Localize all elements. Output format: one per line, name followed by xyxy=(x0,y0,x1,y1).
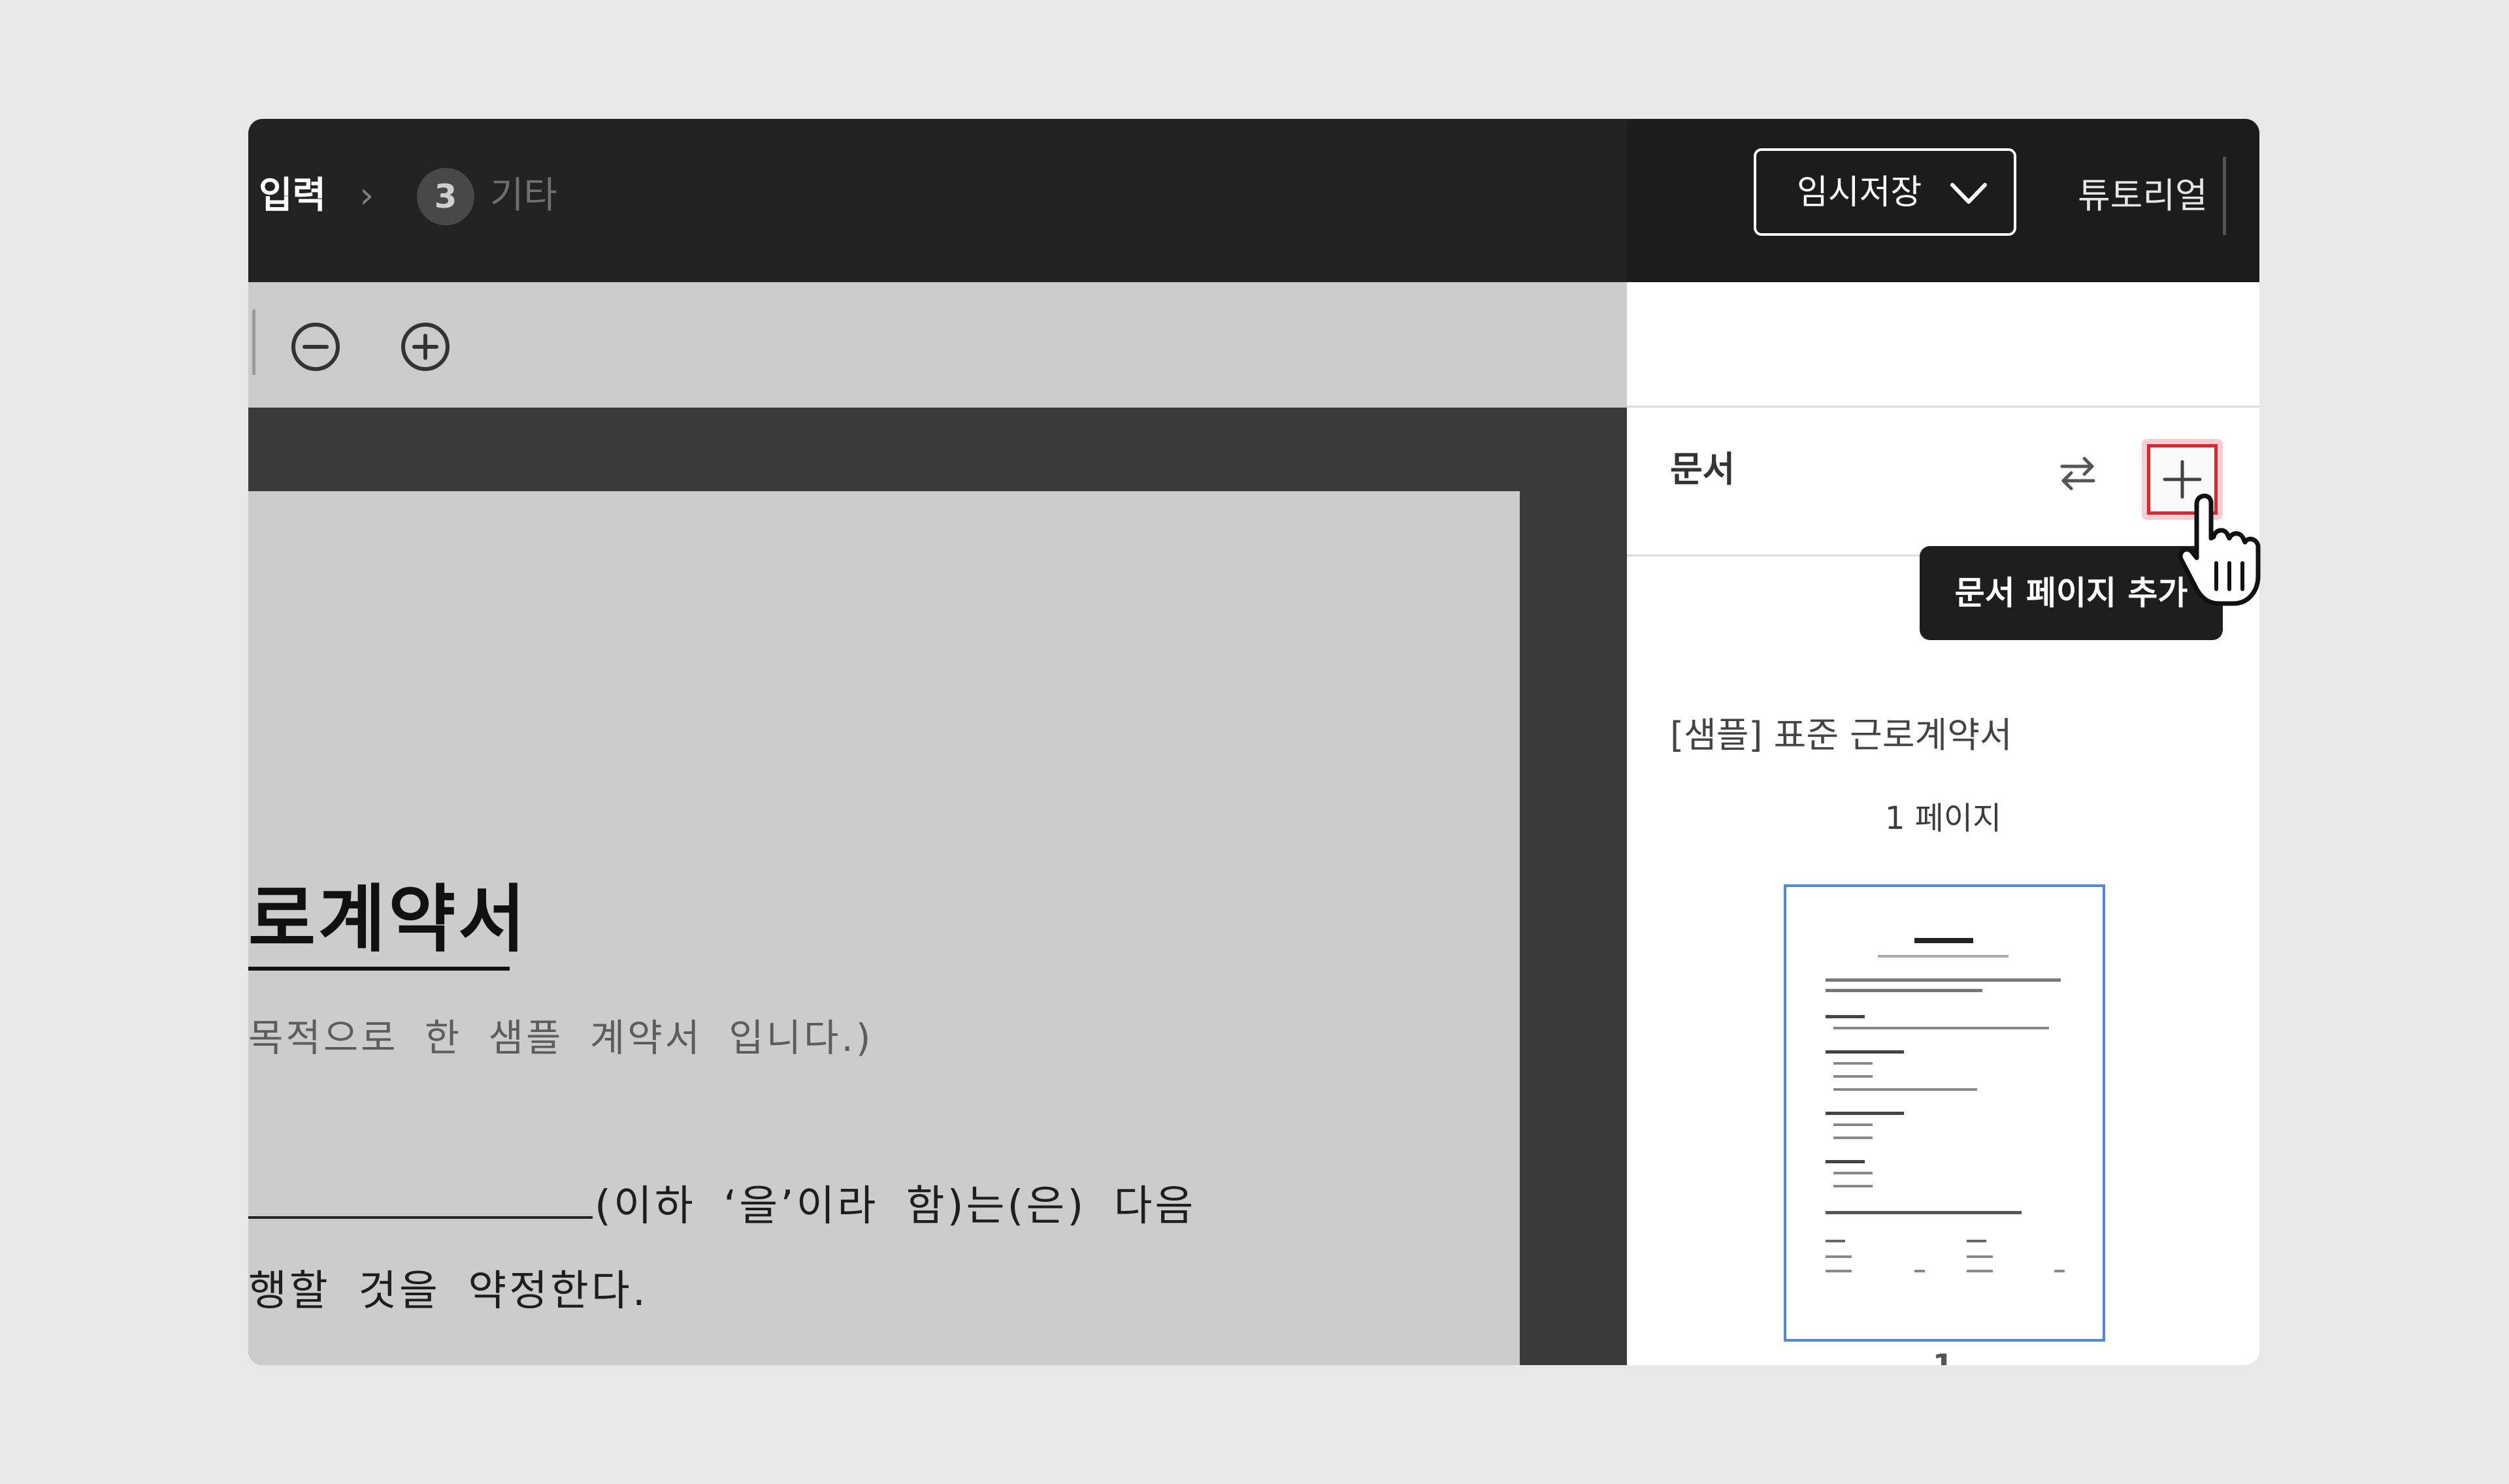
document-canvas: 로계약서 목적으로 한 샘플 계약서 입니다.) (이하 ‘을’이라 함)는(은… xyxy=(248,408,1627,1365)
hand-pointer-icon xyxy=(2178,493,2261,606)
temp-save-label: 임시저장 xyxy=(1797,173,1922,212)
document-body-line-1: (이하 ‘을’이라 함)는(은) 다음 xyxy=(595,1182,1196,1231)
document-subtitle: 목적으로 한 샘플 계약서 입니다.) xyxy=(248,1016,874,1060)
editor-toolbar xyxy=(248,282,1627,408)
page-count: 1 페이지 xyxy=(1884,800,2002,837)
divider xyxy=(2223,157,2226,235)
panel-title: 문서 xyxy=(1670,449,1735,490)
toolbar-divider xyxy=(252,310,255,375)
step-next-label[interactable]: 기타 xyxy=(490,170,557,222)
thumbnail-preview xyxy=(1826,938,2065,1272)
document-page[interactable]: 로계약서 목적으로 한 샘플 계약서 입니다.) (이하 ‘을’이라 함)는(은… xyxy=(248,491,1520,1365)
panel-toolbar-area xyxy=(1627,282,2259,408)
title-underline xyxy=(248,967,510,971)
tutorial-link[interactable]: 튜토리얼 xyxy=(2078,169,2208,223)
top-bar: 입력 › 3 기타 임시저장 튜토리얼 xyxy=(248,119,2259,282)
app-window: 입력 › 3 기타 임시저장 튜토리얼 로계약서 목적으로 한 샘플 계약서 입… xyxy=(248,119,2259,1365)
top-bar-actions: 임시저장 튜토리얼 xyxy=(1627,119,2259,282)
document-title: 로계약서 xyxy=(248,877,529,962)
zoom-out-icon[interactable] xyxy=(289,320,342,374)
temp-save-button[interactable]: 임시저장 xyxy=(1754,148,2016,236)
step-number-badge: 3 xyxy=(417,168,474,225)
swap-icon[interactable] xyxy=(2052,447,2104,499)
page-thumbnail[interactable] xyxy=(1784,884,2105,1342)
document-body-line-2: 행할 것을 약정한다. xyxy=(248,1267,649,1315)
panel-header: 문서 xyxy=(1627,408,2259,556)
blank-input-line[interactable] xyxy=(248,1216,593,1219)
zoom-in-icon[interactable] xyxy=(399,320,452,374)
step-current-label[interactable]: 입력 xyxy=(259,170,326,222)
document-name[interactable]: [샘플] 표준 근로계약서 xyxy=(1670,709,2012,762)
chevron-down-icon xyxy=(1950,183,1987,204)
thumbnail-page-number: 1 xyxy=(1932,1347,1954,1365)
step-separator: › xyxy=(359,174,374,217)
